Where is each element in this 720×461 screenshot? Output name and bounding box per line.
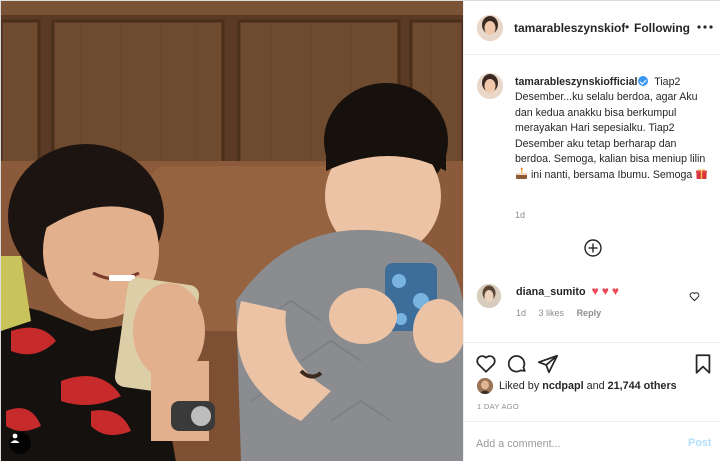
plus-circle-icon[interactable] — [584, 239, 602, 257]
post-side-panel: tamarableszynskiofficial • Following tam… — [463, 1, 720, 461]
comment-time: 1d — [516, 308, 527, 318]
commenter-username[interactable]: diana_sumito — [516, 286, 586, 298]
share-icon[interactable] — [537, 353, 559, 375]
liked-by-label: Liked by — [499, 380, 540, 392]
comment-row: diana_sumito ♥ ♥ ♥ — [516, 284, 619, 298]
liker-username[interactable]: ncdpapl — [542, 380, 583, 392]
caption-avatar[interactable] — [477, 73, 503, 99]
liked-and-label: and — [586, 380, 605, 392]
post-caption: tamarableszynskiofficial Tiap2 Desember.… — [515, 75, 711, 186]
red-heart-emoji: ♥ — [601, 284, 609, 298]
comment-icon[interactable] — [506, 353, 528, 375]
author-username[interactable]: tamarableszynskiofficial — [514, 21, 625, 35]
red-heart-emoji: ♥ — [611, 284, 619, 298]
wrapped-gift-emoji — [695, 167, 708, 185]
ellipsis-icon[interactable] — [696, 19, 714, 35]
avatar-image — [477, 378, 493, 394]
avatar-image — [477, 15, 503, 41]
post-photo[interactable] — [1, 1, 463, 461]
comment-likes-count[interactable]: 3 likes — [539, 308, 565, 318]
verified-badge-icon — [638, 76, 649, 86]
following-button[interactable]: Following — [634, 21, 690, 35]
likes-count[interactable]: 21,744 others — [608, 380, 677, 392]
post-timestamp[interactable]: 1 DAY AGO — [477, 402, 519, 411]
avatar-image — [477, 73, 503, 99]
instagram-post-window: tamarableszynskiofficial • Following tam… — [0, 0, 720, 461]
post-comment-button[interactable]: Post — [688, 437, 711, 449]
commenter-avatar[interactable] — [477, 284, 501, 308]
user-tag-icon[interactable] — [9, 432, 31, 454]
add-comment-input[interactable] — [476, 436, 666, 452]
heart-icon[interactable] — [475, 353, 497, 375]
caption-text: Tiap2 Desember...ku selalu berdoa, agar … — [515, 76, 706, 166]
birthday-cake-emoji — [515, 167, 528, 185]
liker-avatar[interactable] — [477, 378, 493, 394]
separator-dot: • — [625, 20, 630, 34]
reply-button[interactable]: Reply — [577, 308, 602, 318]
person-glyph — [10, 433, 20, 443]
caption-username[interactable]: tamarableszynskiofficial — [515, 76, 637, 88]
avatar-image — [477, 284, 501, 308]
heart-emojis: ♥ ♥ ♥ — [592, 284, 619, 298]
red-heart-emoji: ♥ — [591, 284, 599, 298]
photo-illustration — [1, 1, 463, 461]
post-header: tamarableszynskiofficial • Following — [464, 1, 720, 55]
likes-summary: Liked by ncdpapl and 21,744 others — [477, 378, 677, 394]
add-comment-bar: Post — [464, 421, 720, 461]
caption-time: 1d — [515, 210, 526, 220]
caption-text-continued: ini nanti, bersama Ibumu. Semoga — [530, 169, 693, 182]
author-avatar[interactable] — [477, 15, 503, 41]
comment-meta: 1d 3 likes Reply — [516, 308, 611, 318]
bookmark-icon[interactable] — [692, 353, 714, 375]
comment-like-heart-icon[interactable] — [689, 289, 700, 302]
